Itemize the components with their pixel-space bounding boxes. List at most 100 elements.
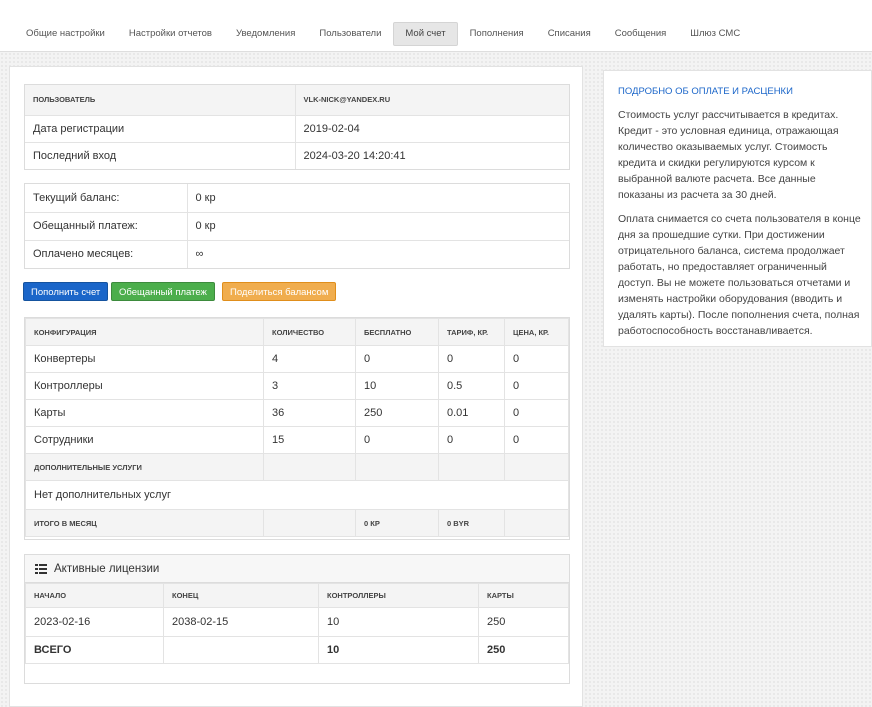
balance-row: Оплачено месяцев: ∞: [25, 240, 569, 268]
tab-report-settings[interactable]: Настройки отчетов: [117, 22, 224, 46]
config-col-free: БЕСПЛАТНО: [355, 318, 439, 346]
config-cell: Карты: [25, 399, 264, 427]
registration-value: 2019-02-04: [294, 115, 569, 143]
pricing-info-paragraph: Стоимость услуг рассчитывается в кредита…: [618, 109, 839, 201]
licenses-title: Активные лицензии: [54, 562, 160, 575]
config-cell: 0: [504, 426, 569, 454]
user-header-row: ПОЛЬЗОВАТЕЛЬ VLK-NICK@YANDEX.RU: [25, 85, 569, 116]
config-cell: Сотрудники: [25, 426, 264, 454]
licenses-header: Активные лицензии: [25, 555, 569, 583]
user-email: VLK-NICK@YANDEX.RU: [294, 85, 569, 116]
empty-cell: [355, 453, 439, 481]
licenses-table: НАЧАЛО КОНЕЦ КОНТРОЛЛЕРЫ КАРТЫ 2023-02-1…: [25, 583, 569, 664]
license-cell: 2038-02-15: [163, 607, 319, 637]
top-navigation: Общие настройки Настройки отчетов Уведом…: [0, 0, 872, 52]
config-cell: Контроллеры: [25, 372, 264, 400]
empty-cell: [438, 453, 505, 481]
extra-services-header: ДОПОЛНИТЕЛЬНЫЕ УСЛУГИ: [25, 453, 569, 481]
balance-row: Обещанный платеж: 0 кр: [25, 212, 569, 241]
balance-table: Текущий баланс: 0 кр Обещанный платеж: 0…: [25, 184, 569, 268]
current-balance-value: 0 кр: [186, 184, 569, 213]
license-cell: 250: [478, 607, 569, 637]
last-login-label: Последний вход: [33, 149, 117, 162]
tab-users[interactable]: Пользователи: [307, 22, 393, 46]
table-row: Карты 36 250 0.01 0: [25, 399, 569, 427]
config-cell: 4: [263, 345, 356, 373]
license-total-cell: [163, 636, 319, 664]
pricing-info-panel: ПОДРОБНО ОБ ОПЛАТЕ И РАСЦЕНКИ Стоимость …: [603, 70, 872, 347]
tab-my-account[interactable]: Мой счет: [393, 22, 458, 46]
tab-topups[interactable]: Пополнения: [458, 22, 536, 46]
license-total-cards: 250: [478, 636, 569, 664]
config-cell: 0: [504, 345, 569, 373]
config-cell: 10: [355, 372, 439, 400]
user-info-row: Последний вход 2024-03-20 14:20:41: [25, 142, 569, 169]
empty-cell: [263, 509, 356, 537]
config-col-tariff: ТАРИФ, КР.: [438, 318, 505, 346]
share-balance-button[interactable]: Поделиться балансом: [222, 282, 337, 301]
tab-sms-gateway[interactable]: Шлюз СМС: [678, 22, 752, 46]
table-row: Сотрудники 15 0 0 0: [25, 426, 569, 454]
promised-payment-value: 0 кр: [186, 212, 569, 241]
user-info-table: ПОЛЬЗОВАТЕЛЬ VLK-NICK@YANDEX.RU Дата рег…: [25, 85, 569, 169]
config-cell: 0: [355, 426, 439, 454]
paid-months-label: Оплачено месяцев:: [33, 248, 134, 261]
config-cell: 0: [438, 345, 505, 373]
extra-services-empty: Нет дополнительных услуг: [25, 480, 569, 510]
config-cell: 0: [438, 426, 505, 454]
config-cell: 0: [504, 399, 569, 427]
license-col-cards: КАРТЫ: [478, 583, 569, 608]
table-row: Контроллеры 3 10 0.5 0: [25, 372, 569, 400]
config-col-price: ЦЕНА, КР.: [504, 318, 569, 346]
list-icon: [35, 563, 47, 574]
registration-label: Дата регистрации: [25, 115, 295, 143]
total-row: ИТОГО В МЕСЯЦ 0 КР 0 BYR: [25, 509, 569, 537]
empty-cell: [504, 509, 569, 537]
balance-box: Текущий баланс: 0 кр Обещанный платеж: 0…: [24, 183, 570, 269]
tab-charges[interactable]: Списания: [536, 22, 603, 46]
user-header-label: ПОЛЬЗОВАТЕЛЬ: [25, 85, 295, 116]
licenses-box: Активные лицензии НАЧАЛО КОНЕЦ КОНТРОЛЛЕ…: [24, 554, 570, 684]
config-col-quantity: КОЛИЧЕСТВО: [263, 318, 356, 346]
user-info-row: Дата регистрации 2019-02-04: [25, 115, 569, 143]
configuration-box: КОНФИГУРАЦИЯ КОЛИЧЕСТВО БЕСПЛАТНО ТАРИФ,…: [24, 317, 570, 540]
tab-notifications[interactable]: Уведомления: [224, 22, 307, 46]
promised-payment-label: Обещанный платеж:: [25, 212, 187, 241]
promised-payment-button[interactable]: Обещанный платеж: [111, 282, 215, 301]
paid-months-value: ∞: [186, 240, 569, 268]
config-cell: 0: [504, 372, 569, 400]
account-panel: ПОЛЬЗОВАТЕЛЬ VLK-NICK@YANDEX.RU Дата рег…: [9, 66, 583, 707]
config-cell: 15: [263, 426, 356, 454]
license-total-controllers: 10: [318, 636, 479, 664]
current-balance-label: Текущий баланс:: [25, 184, 187, 213]
config-col-name: КОНФИГУРАЦИЯ: [25, 318, 264, 346]
config-cell: Конвертеры: [25, 345, 264, 373]
pricing-info-title: ПОДРОБНО ОБ ОПЛАТЕ И РАСЦЕНКИ: [618, 86, 793, 97]
config-cell: 0: [355, 345, 439, 373]
tab-general-settings[interactable]: Общие настройки: [14, 22, 117, 46]
tab-messages[interactable]: Сообщения: [603, 22, 679, 46]
license-total-row: ВСЕГО 10 250: [25, 636, 569, 664]
license-cell: 2023-02-16: [25, 607, 164, 637]
license-col-controllers: КОНТРОЛЛЕРЫ: [318, 583, 479, 608]
table-row: Конвертеры 4 0 0 0: [25, 345, 569, 373]
total-label: ИТОГО В МЕСЯЦ: [25, 509, 264, 537]
total-credits: 0 КР: [355, 509, 439, 537]
empty-cell: [263, 453, 356, 481]
pricing-info-paragraph: Оплата снимается со счета пользователя в…: [618, 213, 861, 337]
license-cell: 10: [318, 607, 479, 637]
user-info-box: ПОЛЬЗОВАТЕЛЬ VLK-NICK@YANDEX.RU Дата рег…: [24, 84, 570, 170]
total-byr: 0 BYR: [438, 509, 505, 537]
config-header-row: КОНФИГУРАЦИЯ КОЛИЧЕСТВО БЕСПЛАТНО ТАРИФ,…: [25, 318, 569, 346]
table-row: 2023-02-16 2038-02-15 10 250: [25, 607, 569, 637]
licenses-header-row: НАЧАЛО КОНЕЦ КОНТРОЛЛЕРЫ КАРТЫ: [25, 583, 569, 608]
extra-services-label: ДОПОЛНИТЕЛЬНЫЕ УСЛУГИ: [25, 453, 264, 481]
license-total-label: ВСЕГО: [25, 636, 164, 664]
license-col-start: НАЧАЛО: [25, 583, 164, 608]
config-cell: 36: [263, 399, 356, 427]
balance-row: Текущий баланс: 0 кр: [25, 184, 569, 213]
empty-cell: [504, 453, 569, 481]
topup-button[interactable]: Пополнить счет: [23, 282, 109, 301]
configuration-table: КОНФИГУРАЦИЯ КОЛИЧЕСТВО БЕСПЛАТНО ТАРИФ,…: [25, 318, 569, 537]
config-cell: 3: [263, 372, 356, 400]
